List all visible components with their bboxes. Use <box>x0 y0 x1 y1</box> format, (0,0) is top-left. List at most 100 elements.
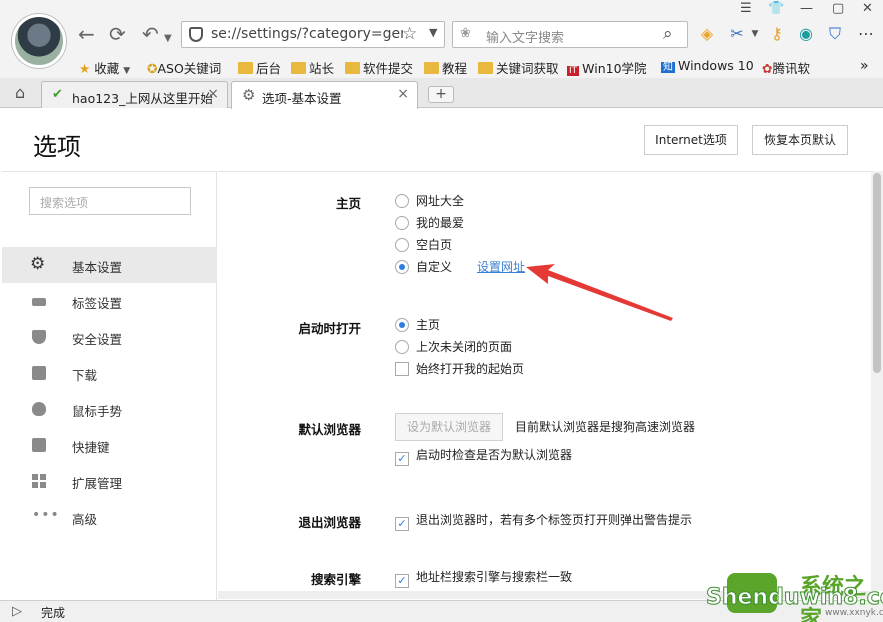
bookmark-label: 教程 <box>442 61 468 76</box>
radio-button[interactable] <box>395 194 409 208</box>
radio-button[interactable] <box>395 340 409 354</box>
scissors-icon[interactable]: ✂ <box>728 25 746 43</box>
set-default-browser-button[interactable]: 设为默认浏览器 <box>395 413 503 441</box>
option-label: 我的最爱 <box>416 216 465 230</box>
sidebar-item-download[interactable]: 下载 <box>2 355 217 391</box>
homepage-option-3[interactable]: 空白页 <box>395 236 452 254</box>
restore-defaults-button[interactable]: 恢复本页默认 <box>752 125 848 155</box>
bookmark-label: Win10学院 <box>582 61 647 76</box>
bookmark-aso[interactable]: ✪ASO关键词 <box>147 58 221 76</box>
puzzle-icon[interactable]: ◈ <box>698 25 716 43</box>
avatar[interactable] <box>12 14 66 68</box>
bookmark-favorites[interactable]: ★ 收藏 ▼ <box>79 58 130 76</box>
bookmark-webmaster[interactable]: 站长 <box>291 58 334 76</box>
radio-button-selected[interactable] <box>395 318 409 332</box>
address-dropdown-icon[interactable]: ▼ <box>429 26 437 39</box>
checkbox[interactable] <box>395 362 409 376</box>
compass-icon[interactable]: ◉ <box>797 25 815 43</box>
zhi-icon: 知 <box>661 62 675 73</box>
sidebar-item-advanced[interactable]: ••• 高级 <box>2 499 217 535</box>
internet-options-button[interactable]: Internet选项 <box>644 125 738 155</box>
refresh-icon[interactable]: ⟳ <box>109 24 126 44</box>
startup-startpage-check[interactable]: 始终打开我的起始页 <box>395 360 524 378</box>
sidebar-item-label: 快捷键 <box>72 440 110 455</box>
bookmark-submit[interactable]: 软件提交 <box>345 58 413 76</box>
undo-dropdown-icon[interactable]: ▼ <box>164 29 172 49</box>
watermark-sub: www.xxnyk.com <box>825 608 883 618</box>
more-tools-icon[interactable]: ⋯ <box>857 25 875 43</box>
bookmark-tutorial[interactable]: 教程 <box>424 58 467 76</box>
shield-icon <box>32 330 46 344</box>
radio-button-selected[interactable] <box>395 260 409 274</box>
startup-option-2[interactable]: 上次未关闭的页面 <box>395 338 512 356</box>
mouse-icon <box>32 402 46 416</box>
close-tab-icon[interactable]: × <box>207 86 219 102</box>
search-engine-sync-check[interactable]: ✓ 地址栏搜索引擎与搜索栏一致 <box>395 568 572 588</box>
bookmark-label: 腾讯软 <box>772 61 810 76</box>
bookmark-windows10[interactable]: 知 Windows 10 <box>661 58 754 76</box>
shield-check-icon[interactable]: ⛉ <box>826 25 844 43</box>
radio-button[interactable] <box>395 216 409 230</box>
star-icon[interactable]: ☆ <box>402 24 417 44</box>
search-icon[interactable]: ⌕ <box>663 24 673 44</box>
undo-icon[interactable]: ↶ <box>142 24 159 44</box>
key-icon[interactable]: ⚷ <box>768 25 786 43</box>
option-label: 自定义 <box>416 260 453 274</box>
sidebar-item-mouse-gesture[interactable]: 鼠标手势 <box>2 391 217 427</box>
maximize-icon[interactable]: ▢ <box>832 1 844 16</box>
exit-warning-check[interactable]: ✓ 退出浏览器时，若有多个标签页打开则弹出警告提示 <box>395 511 692 531</box>
sidebar-item-basic[interactable]: ⚙ 基本设置 <box>2 247 217 283</box>
search-placeholder[interactable]: 输入文字搜索 <box>486 27 564 46</box>
search-engine-label: 搜索引擎 <box>310 572 361 587</box>
homepage-option-4[interactable]: 自定义 <box>395 258 452 276</box>
folder-icon <box>291 62 306 74</box>
option-label: 空白页 <box>416 238 453 252</box>
homepage-option-2[interactable]: 我的最爱 <box>395 214 464 232</box>
menu-icon[interactable]: ☰ <box>740 1 752 16</box>
search-bar[interactable]: ❀ 输入文字搜索 ⌕ <box>452 21 688 48</box>
sidebar-item-security[interactable]: 安全设置 <box>2 319 217 355</box>
close-tab-icon[interactable]: × <box>397 86 409 102</box>
bookmark-tencent[interactable]: ✿腾讯软 <box>762 58 810 76</box>
star-icon: ★ <box>79 61 91 76</box>
address-bar[interactable]: se://settings/?category=gen ☆ ▼ <box>181 21 445 48</box>
sidebar-item-label: 基本设置 <box>72 260 123 275</box>
skin-icon[interactable]: 👕 <box>768 1 784 16</box>
home-icon[interactable]: ⌂ <box>15 83 25 102</box>
scrollbar-thumb[interactable] <box>873 173 881 373</box>
checkbox-checked[interactable]: ✓ <box>395 452 409 466</box>
new-tab-button[interactable]: + <box>428 86 454 103</box>
close-window-icon[interactable]: ✕ <box>862 1 873 16</box>
sidebar-toggle-icon[interactable]: ▷ <box>12 604 22 619</box>
sidebar-search-input[interactable]: 搜索选项 <box>29 187 191 215</box>
radio-button[interactable] <box>395 238 409 252</box>
sidebar-item-tabs[interactable]: 标签设置 <box>2 283 217 319</box>
bookmark-backend[interactable]: 后台 <box>238 58 281 76</box>
more-bookmarks-icon[interactable]: » <box>860 58 869 76</box>
page-title: 选项 <box>33 133 81 161</box>
minimize-icon[interactable]: — <box>800 1 813 16</box>
sidebar-item-extensions[interactable]: 扩展管理 <box>2 463 217 499</box>
back-icon[interactable]: ← <box>78 24 95 44</box>
check-default-on-startup[interactable]: ✓ 启动时检查是否为默认浏览器 <box>395 446 572 466</box>
tab-settings[interactable]: ⚙ 选项-基本设置 × <box>231 81 418 109</box>
gear-icon: ⚙ <box>30 254 46 274</box>
bookmark-label: 站长 <box>309 61 335 76</box>
scissors-dropdown-icon[interactable]: ▼ <box>746 25 764 43</box>
sidebar-item-shortcuts[interactable]: 快捷键 <box>2 427 217 463</box>
tencent-icon: ✿ <box>762 61 773 76</box>
checkbox-checked[interactable]: ✓ <box>395 574 409 588</box>
startup-option-1[interactable]: 主页 <box>395 316 440 334</box>
default-browser-label: 默认浏览器 <box>298 422 361 437</box>
bookmark-win10[interactable]: IT Win10学院 <box>567 58 647 76</box>
settings-main: 主页 网址大全 我的最爱 空白页 自定义 设置网址 启动时打开 主页 上次未关闭… <box>218 171 871 591</box>
tab-hao123[interactable]: ✔ hao123_上网从这里开始 × <box>41 81 228 108</box>
settings-sidebar: 搜索选项 ⚙ 基本设置 标签设置 安全设置 下载 鼠标手势 快捷键 扩展管理 •… <box>2 171 217 603</box>
bookmark-keywords[interactable]: 关键词获取 <box>478 58 559 76</box>
folder-icon <box>478 62 493 74</box>
checkbox-checked[interactable]: ✓ <box>395 517 409 531</box>
sidebar-item-label: 高级 <box>72 512 98 527</box>
vertical-scrollbar[interactable] <box>871 171 883 591</box>
address-text[interactable]: se://settings/?category=gen <box>211 26 403 42</box>
homepage-option-1[interactable]: 网址大全 <box>395 192 464 210</box>
